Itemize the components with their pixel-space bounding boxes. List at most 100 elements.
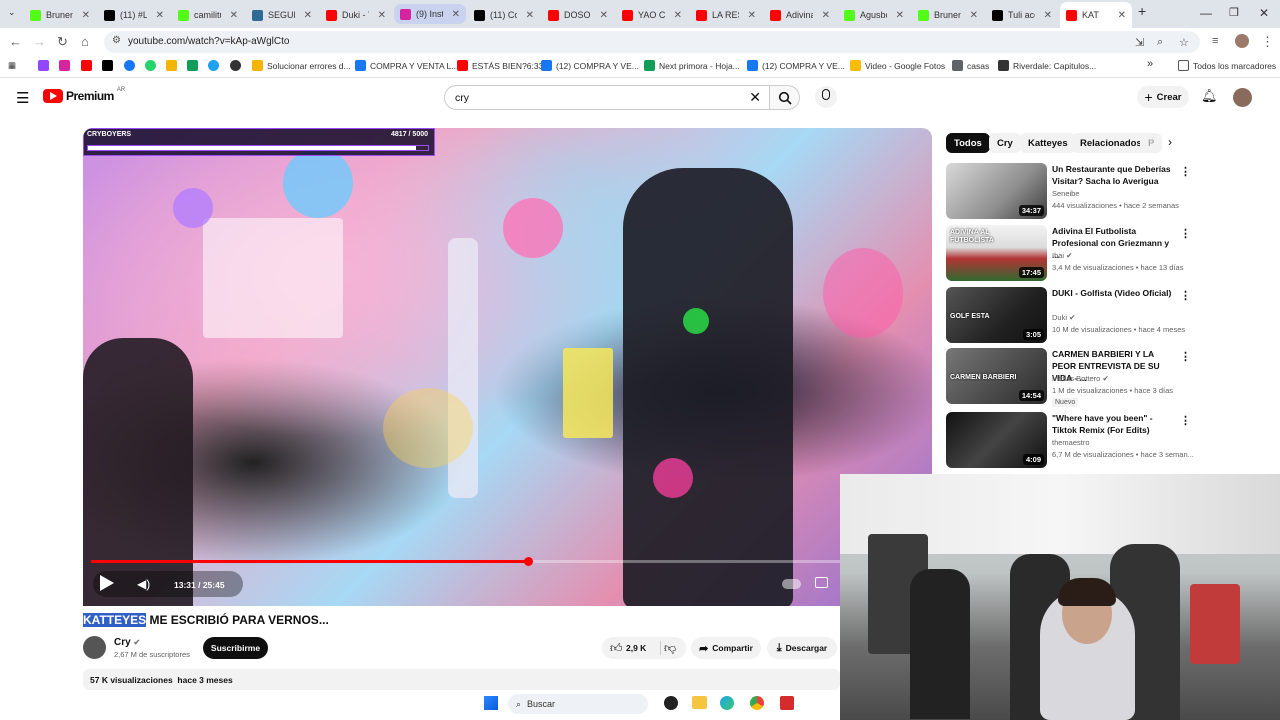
video-thumbnail[interactable]: 34:37 [946, 163, 1047, 219]
description-box[interactable]: 57 K visualizaciones hace 3 meses [83, 669, 840, 690]
home-icon[interactable]: ⌂ [81, 34, 89, 49]
more-actions-icon[interactable]: ⋮ [1180, 165, 1191, 178]
reading-list-icon[interactable]: ≡ [1212, 35, 1218, 47]
close-window-icon[interactable]: ✕ [1259, 6, 1269, 20]
video-progress-bar[interactable] [91, 557, 924, 566]
video-thumbnail[interactable]: CARMEN BARBIERI 14:54 [946, 348, 1047, 404]
close-tab-icon[interactable]: ✕ [600, 10, 608, 21]
browser-tab[interactable]: (11) Co ✕ [468, 4, 540, 26]
address-url[interactable]: youtube.com/watch?v=kAp-aWglCto [128, 36, 289, 47]
search-input[interactable]: cry [455, 92, 469, 104]
maximize-icon[interactable]: ❐ [1229, 6, 1239, 19]
recommended-title[interactable]: "Where have you been" - Tiktok Remix (Fo… [1052, 412, 1178, 436]
bookmark-item[interactable]: casas [952, 60, 989, 71]
twitch-icon[interactable] [38, 60, 49, 71]
bookmark-item[interactable]: COMPRA Y VENTA L... [355, 60, 458, 71]
close-tab-icon[interactable]: ✕ [452, 9, 460, 20]
browser-tab[interactable]: Agusbo ✕ [838, 4, 910, 26]
whatsapp-icon[interactable] [145, 60, 156, 71]
taskbar-search[interactable]: ⌕ Buscar [508, 694, 648, 714]
video-progress-scrubber[interactable] [524, 557, 534, 566]
recommended-video[interactable]: GOLF ESTA 3:05 DUKI - Golfista (Video Ofic… [946, 287, 1266, 345]
sheets-icon[interactable] [187, 60, 198, 71]
google-icon[interactable] [166, 60, 177, 71]
close-tab-icon[interactable]: ✕ [748, 10, 756, 21]
browser-tab[interactable]: YAO CA ✕ [616, 4, 688, 26]
file-explorer-icon[interactable] [692, 696, 707, 709]
profile-avatar[interactable] [1235, 34, 1249, 48]
channel-name[interactable]: Cry ✔︎ [114, 637, 140, 648]
video-thumbnail[interactable]: ADIVINA AL FUTBOLISTA 17:45 [946, 225, 1047, 281]
more-actions-icon[interactable]: ⋮ [1180, 350, 1191, 363]
recommended-video[interactable]: 34:37 Un Restaurante que Deberías Visitar… [946, 163, 1266, 221]
volume-icon[interactable]: ◀︎) [137, 577, 150, 591]
task-view-icon[interactable] [664, 696, 678, 710]
more-bookmarks-icon[interactable]: » [1147, 58, 1153, 70]
browser-tab[interactable]: KAT ✕ [1060, 2, 1132, 28]
recommended-channel[interactable]: Seneibe [1052, 189, 1080, 198]
dislike-icon[interactable]: 👎︎ [664, 641, 676, 656]
close-tab-icon[interactable]: ✕ [156, 10, 164, 21]
subscribe-button[interactable]: Suscribirme [203, 637, 268, 659]
x-icon[interactable] [102, 60, 113, 71]
youtube-premium-logo[interactable]: Premium AR [43, 87, 125, 103]
bookmark-item[interactable]: (12) COMPRA Y VE... [747, 60, 845, 71]
recommended-video[interactable]: CARMEN BARBIERI 14:54 CARMEN BARBIERI Y LA… [946, 348, 1266, 407]
close-tab-icon[interactable]: ✕ [970, 10, 978, 21]
filter-chip[interactable]: Cry [989, 133, 1021, 153]
zoom-icon[interactable]: ⌕ [1157, 36, 1163, 49]
browser-tab[interactable]: Tuli acc ✕ [986, 4, 1058, 26]
like-count[interactable]: 2,9 K [626, 643, 646, 653]
bookmark-item[interactable]: Riverdale: Capitulos... [998, 60, 1096, 71]
bookmark-item[interactable]: Solucionar errores d... [252, 60, 351, 71]
search-button[interactable] [770, 85, 800, 110]
video-thumbnail[interactable]: 4:09 [946, 412, 1047, 468]
hamburger-menu-icon[interactable]: ☰ [16, 89, 29, 107]
bookmark-item[interactable]: (12) COMPRA Y VE... [541, 60, 639, 71]
new-tab-icon[interactable]: + [1138, 3, 1146, 19]
facebook-icon[interactable] [124, 60, 135, 71]
bookmark-star-icon[interactable]: ☆ [1179, 36, 1189, 49]
close-tab-icon[interactable]: ✕ [526, 10, 534, 21]
reload-icon[interactable]: ↻ [57, 34, 68, 50]
more-actions-icon[interactable]: ⋮ [1180, 227, 1191, 240]
forward-icon[interactable]: → [33, 34, 46, 49]
bot-icon[interactable] [208, 60, 219, 71]
globe-icon[interactable] [230, 60, 241, 71]
close-tab-icon[interactable]: ✕ [1044, 10, 1052, 21]
minimize-icon[interactable]: — [1200, 6, 1212, 20]
install-app-icon[interactable]: ⇲ [1135, 36, 1144, 49]
browser-tab[interactable]: (11) #L ✕ [98, 4, 170, 26]
all-bookmarks-folder[interactable]: Todos los marcadores [1178, 60, 1276, 71]
chrome-icon[interactable] [750, 696, 764, 710]
close-tab-icon[interactable]: ✕ [378, 10, 386, 21]
browser-tab[interactable]: LA RESI ✕ [690, 4, 762, 26]
youtube-icon[interactable] [81, 60, 92, 71]
edge-icon[interactable] [720, 696, 734, 710]
recommended-title[interactable]: DUKI - Golfista (Video Oficial) [1052, 287, 1178, 299]
recommended-video[interactable]: ADIVINA AL FUTBOLISTA 17:45 Adivina El Fut… [946, 225, 1266, 283]
apps-icon[interactable]: ▦ [8, 60, 16, 71]
close-tab-icon[interactable]: ✕ [82, 10, 90, 21]
close-tab-icon[interactable]: ✕ [674, 10, 682, 21]
browser-tab[interactable]: Duki - Y ✕ [320, 4, 392, 26]
close-tab-icon[interactable]: ✕ [896, 10, 904, 21]
recommended-channel[interactable]: Matias Bottero ✔︎ [1052, 374, 1109, 383]
instagram-icon[interactable] [59, 60, 70, 71]
create-button[interactable]: + Crear [1137, 86, 1189, 108]
notifications-bell-icon[interactable]: 🔔︎ [1201, 88, 1218, 104]
start-icon[interactable] [484, 696, 498, 710]
more-actions-icon[interactable]: ⋮ [1180, 289, 1191, 302]
close-tab-icon[interactable]: ✕ [822, 10, 830, 21]
like-icon[interactable]: 👍︎ [610, 641, 623, 656]
recommended-channel[interactable]: Ibai ✔︎ [1052, 251, 1072, 260]
tab-search-icon[interactable]: ⌄ [8, 7, 16, 18]
browser-tab[interactable]: DOSOC ✕ [542, 4, 614, 26]
streaming-app-icon[interactable] [780, 696, 794, 710]
browser-tab[interactable]: Brunen ✕ [912, 4, 984, 26]
recommended-channel[interactable]: themaestro [1052, 438, 1090, 447]
browser-tab[interactable]: Adivina ✕ [764, 4, 836, 26]
download-button[interactable]: ⤓ Descargar [767, 637, 837, 659]
video-player[interactable]: CRYBOYERS 4817 / 5000 ◀︎) 13:31 / 25:45 [83, 128, 932, 606]
close-tab-icon[interactable]: ✕ [1118, 10, 1126, 21]
